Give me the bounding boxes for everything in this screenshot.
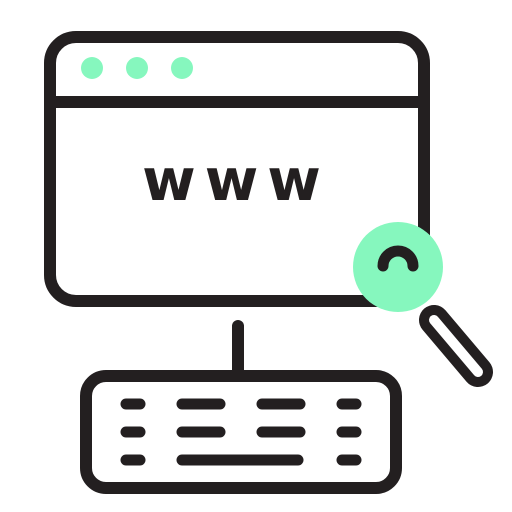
browser-address-text: www <box>142 146 330 214</box>
magnifier-lens-icon <box>353 222 443 312</box>
window-dot-1-icon <box>81 57 103 79</box>
window-dot-2-icon <box>126 57 148 79</box>
illustration-svg <box>44 31 493 494</box>
web-search-illustration: www <box>0 0 512 512</box>
window-dot-3-icon <box>171 57 193 79</box>
